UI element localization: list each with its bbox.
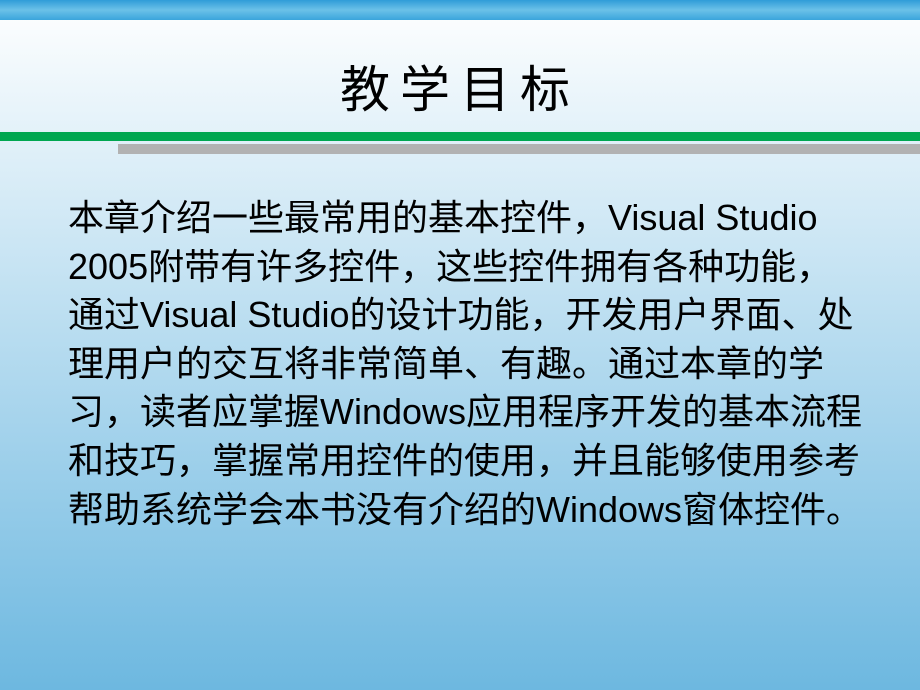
green-divider bbox=[0, 132, 920, 141]
content-area: 本章介绍一些最常用的基本控件，Visual Studio 2005附带有许多控件… bbox=[0, 154, 920, 534]
top-accent-bar bbox=[0, 0, 920, 20]
divider-lines bbox=[0, 132, 920, 154]
gray-divider bbox=[118, 144, 920, 154]
body-paragraph: 本章介绍一些最常用的基本控件，Visual Studio 2005附带有许多控件… bbox=[68, 194, 865, 534]
slide-title: 教学目标 bbox=[0, 50, 920, 122]
title-area: 教学目标 bbox=[0, 20, 920, 132]
